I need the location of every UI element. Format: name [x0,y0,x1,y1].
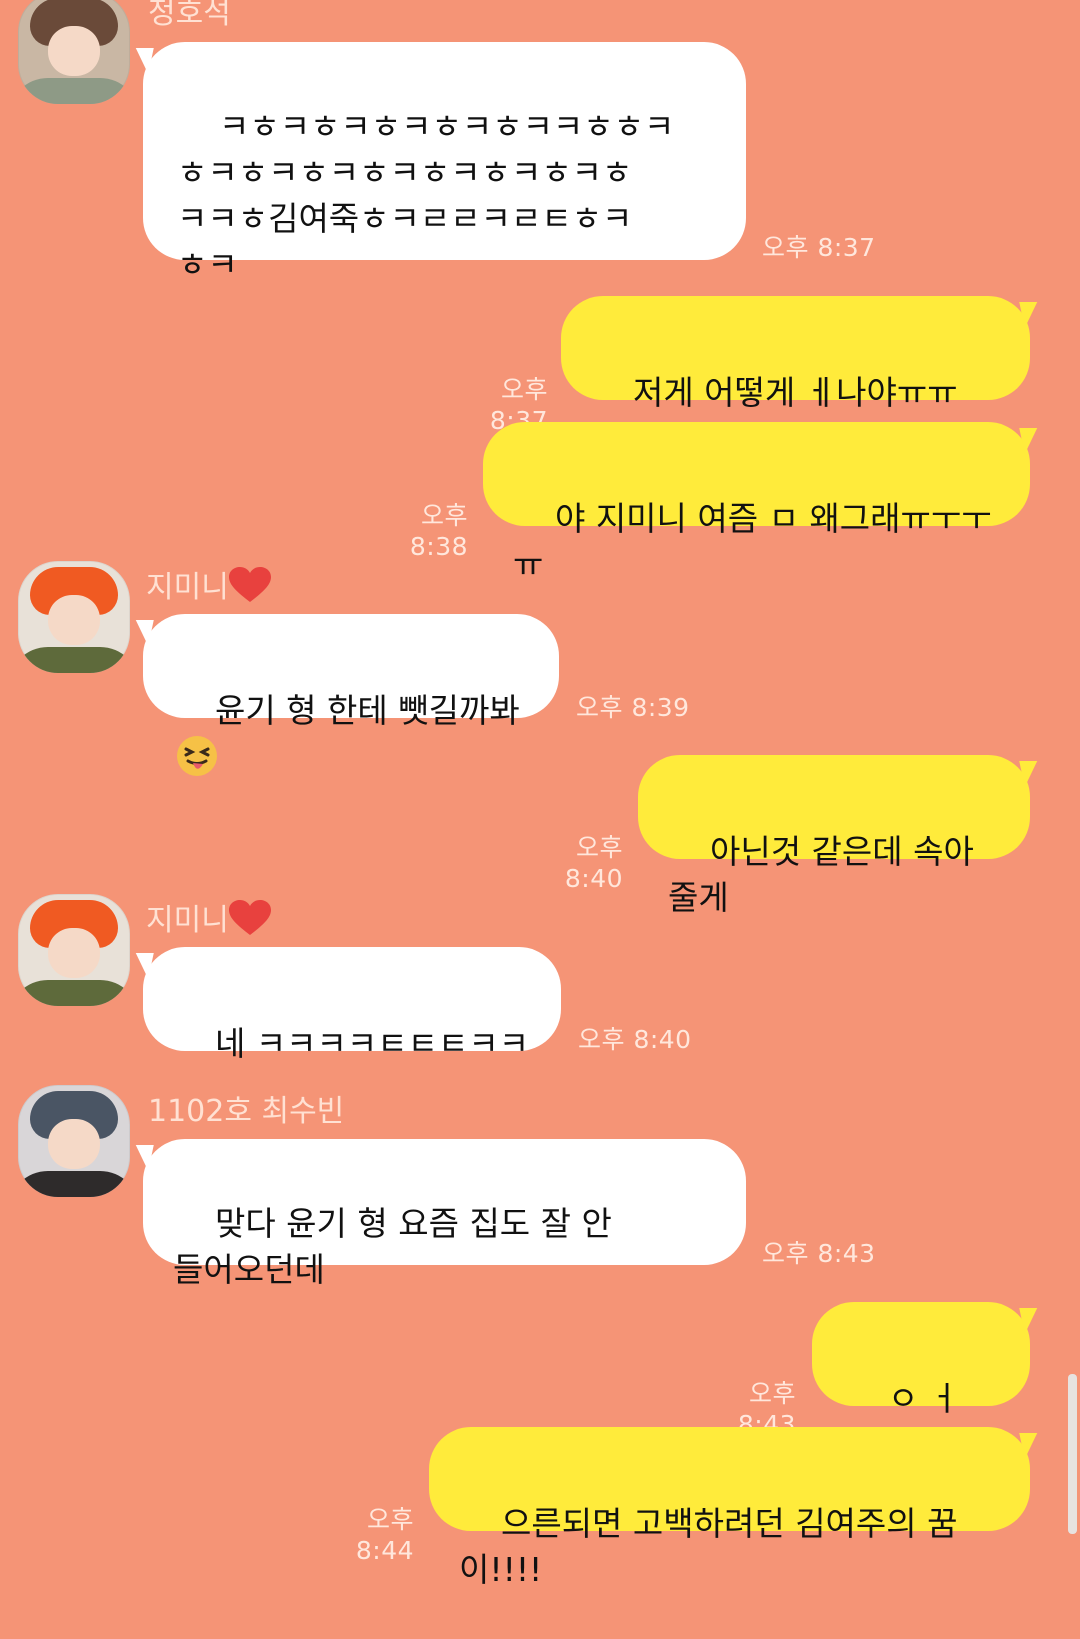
message-bubble[interactable]: 네 ㅋㅋㅋㅋㅌㅌㅌㅋㅋ [143,947,561,1063]
message-text: 네 ㅋㅋㅋㅋㅌㅌㅌㅋㅋ [214,1024,530,1063]
timestamp: 오후 8:40 [578,1025,692,1054]
tongue-out-emoji-icon [175,734,219,778]
sender-name: 지미니 [146,562,271,606]
message-bubble[interactable]: 으른되면 고백하려던 김여주의 꿈이!!!! [429,1427,1030,1589]
message-bubble[interactable]: ㅋㅎㅋㅎㅋㅎㅋㅎㅋㅎㅋㅋㅎㅎㅋ ㅎㅋㅎㅋㅎㅋㅎㅋㅎㅋㅎㅋㅎㅋㅎ ㅋㅋㅎ김여죽ㅎㅋ… [143,42,746,284]
message-text: 야 지미니 여즘 ㅁ 왜그래ㅠㅜㅜㅠ [513,499,992,584]
message-bubble[interactable]: ㅇ ㅓ ....? [812,1302,1030,1464]
timestamp: 오후 8:38 [409,501,468,561]
message-bubble[interactable]: 저게 어떻게 ㅔ나야ㅠㅠㅡ?? [561,296,1030,458]
avatar[interactable] [18,894,130,1006]
avatar[interactable] [18,0,130,104]
timestamp: 오후 8:39 [576,693,690,722]
heart-icon [228,567,271,603]
avatar[interactable] [18,1085,130,1197]
sender-name-text: 지미니 [146,570,229,605]
timestamp: 오후 8:43 [762,1239,876,1268]
heart-icon [228,900,271,936]
message-bubble[interactable]: 아닌것 같은데 속아줄게 [638,755,1030,917]
avatar[interactable] [18,561,130,673]
sender-name-text: 지미니 [146,903,229,938]
message-text: 맞다 윤기 형 요즘 집도 잘 안 들어오던데 [173,1204,612,1289]
message-text: ㅋㅎㅋㅎㅋㅎㅋㅎㅋㅎㅋㅋㅎㅎㅋ ㅎㅋㅎㅋㅎㅋㅎㅋㅎㅋㅎㅋㅎㅋㅎ ㅋㅋㅎ김여죽ㅎㅋ… [177,107,675,284]
message-text: 아닌것 같은데 속아줄게 [668,832,974,917]
message-bubble[interactable]: 야 지미니 여즘 ㅁ 왜그래ㅠㅜㅜㅠ [483,422,1030,584]
message-text: 으른되면 고백하려던 김여주의 꿈이!!!! [459,1504,958,1589]
chat-view: 정호석 ㅋㅎㅋㅎㅋㅎㅋㅎㅋㅎㅋㅋㅎㅎㅋ ㅎㅋㅎㅋㅎㅋㅎㅋㅎㅋㅎㅋㅎㅋㅎ ㅋㅋㅎ김… [0,0,1080,1603]
timestamp: 오후 8:37 [762,233,876,262]
sender-name: 정호석 [148,0,231,31]
message-bubble[interactable]: 맞다 윤기 형 요즘 집도 잘 안 들어오던데 [143,1139,746,1289]
message-text: 윤기 형 한테 뺏길까봐 [214,691,520,730]
timestamp: 오후 8:44 [355,1505,414,1565]
timestamp: 오후 8:40 [564,833,623,893]
sender-name: 1102호 최수빈 [148,1094,345,1129]
scrollbar[interactable] [1068,1374,1077,1534]
message-bubble[interactable]: 윤기 형 한테 뺏길까봐 [143,614,559,776]
sender-name: 지미니 [146,895,271,939]
